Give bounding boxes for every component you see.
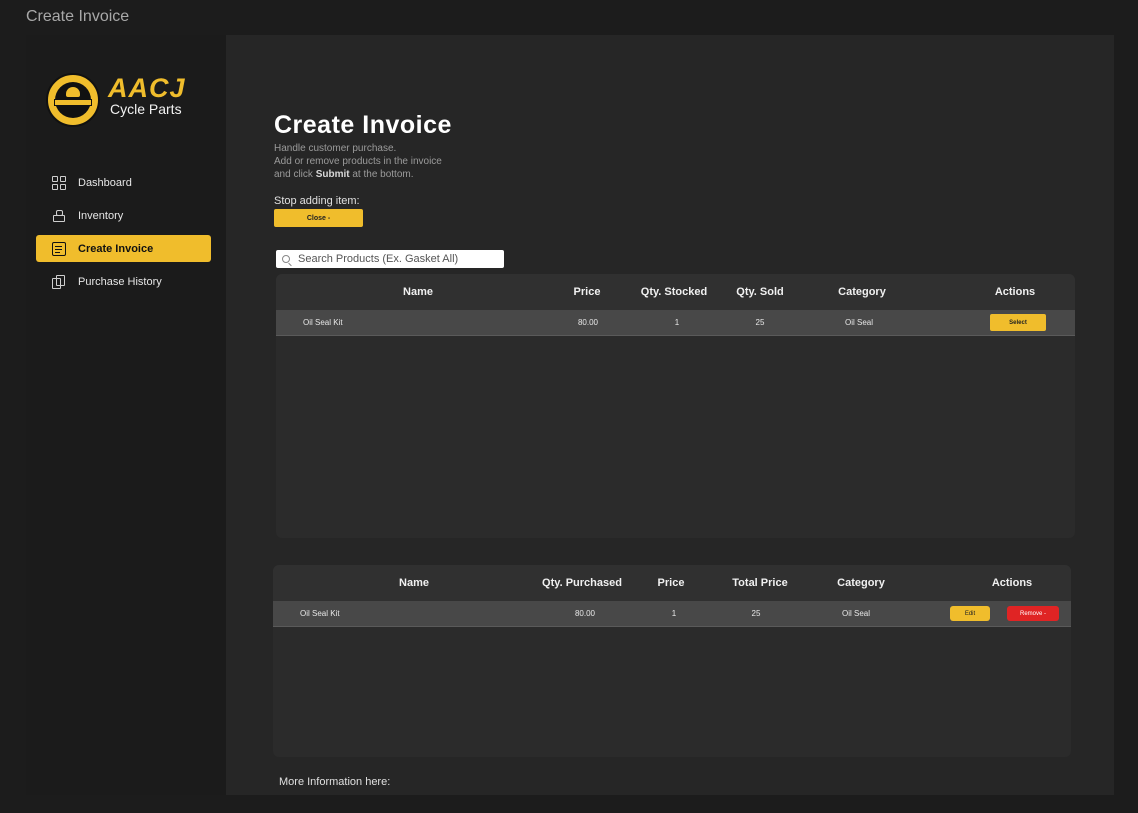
document-icon [52,241,66,256]
more-information-label: More Information here: [279,776,391,788]
app-frame: AACJ Cycle Parts Dashboard Inventory Cre… [26,35,1114,795]
cell-qty-stocked: 1 [674,318,680,327]
select-button[interactable]: Select [990,314,1046,331]
sidebar-item-label: Inventory [78,209,124,222]
table-header: Name Price Qty. Stocked Qty. Sold Catego… [276,274,1075,310]
sidebar-item-label: Create Invoice [78,242,154,255]
desc-line: Add or remove products in the invoice [274,156,442,167]
search-bar [276,250,504,268]
column-header-qty-sold: Qty. Sold [736,286,784,298]
cell-qty-purchased: 80.00 [574,609,596,618]
close-button[interactable]: Close - [274,209,363,227]
sidebar-item-dashboard[interactable]: Dashboard [36,169,211,196]
brand-subtitle: Cycle Parts [110,101,182,117]
logo-icon [46,73,100,127]
sidebar-item-create-invoice[interactable]: Create Invoice [36,235,211,262]
window-title: Create Invoice [26,8,130,25]
cell-price: 1 [671,609,677,618]
stop-adding-label: Stop adding item: [274,195,360,207]
column-header-category: Category [837,577,885,589]
sidebar: AACJ Cycle Parts Dashboard Inventory Cre… [26,35,226,795]
history-icon [52,274,66,289]
dashboard-icon [52,175,66,190]
desc-line: and click Submit at the bottom. [274,168,442,181]
column-header-price: Price [657,577,685,589]
brand-name: AACJ [108,73,186,103]
sidebar-item-inventory[interactable]: Inventory [36,202,211,229]
column-header-category: Category [838,286,886,298]
column-header-price: Price [573,286,601,298]
page-title: Create Invoice [274,111,452,139]
column-header-name: Name [403,286,433,298]
desc-line: Handle customer purchase. [274,143,397,154]
cell-price: 80.00 [577,318,599,327]
table-row: Oil Seal Kit 80.00 1 25 Oil Seal Select [276,310,1075,336]
sidebar-item-label: Purchase History [78,275,162,288]
search-icon [282,255,290,263]
cell-name: Oil Seal Kit [300,609,340,618]
edit-button[interactable]: Edit [950,606,990,621]
invoice-table: Name Qty. Purchased Price Total Price Ca… [273,565,1071,757]
cell-category: Oil Seal [845,318,874,327]
remove-button[interactable]: Remove - [1007,606,1059,621]
column-header-total-price: Total Price [732,577,788,589]
column-header-qty-stocked: Qty. Stocked [640,286,708,298]
sidebar-item-purchase-history[interactable]: Purchase History [36,268,211,295]
column-header-actions: Actions [991,577,1033,589]
column-header-qty-purchased: Qty. Purchased [542,577,622,589]
sidebar-item-label: Dashboard [78,176,132,189]
column-header-actions: Actions [994,286,1036,298]
desc-text: at the bottom. [349,169,414,180]
products-table: Name Price Qty. Stocked Qty. Sold Catego… [276,274,1075,538]
inventory-icon [52,209,66,223]
page-description: Handle customer purchase. Add or remove … [274,142,442,181]
desc-text: and click [274,169,316,180]
sidebar-nav: Dashboard Inventory Create Invoice Purch… [36,169,211,301]
search-input[interactable] [298,253,498,265]
column-header-name: Name [399,577,429,589]
table-header: Name Qty. Purchased Price Total Price Ca… [273,565,1071,601]
cell-category: Oil Seal [842,609,871,618]
main-content: Create Invoice Handle customer purchase.… [226,35,1114,795]
desc-bold: Submit [315,169,350,180]
cell-total-price: 25 [751,609,761,618]
cell-name: Oil Seal Kit [303,318,343,327]
table-row: Oil Seal Kit 80.00 1 25 Oil Seal Edit Re… [273,601,1071,627]
cell-qty-sold: 25 [755,318,765,327]
brand: AACJ Cycle Parts [46,73,186,127]
